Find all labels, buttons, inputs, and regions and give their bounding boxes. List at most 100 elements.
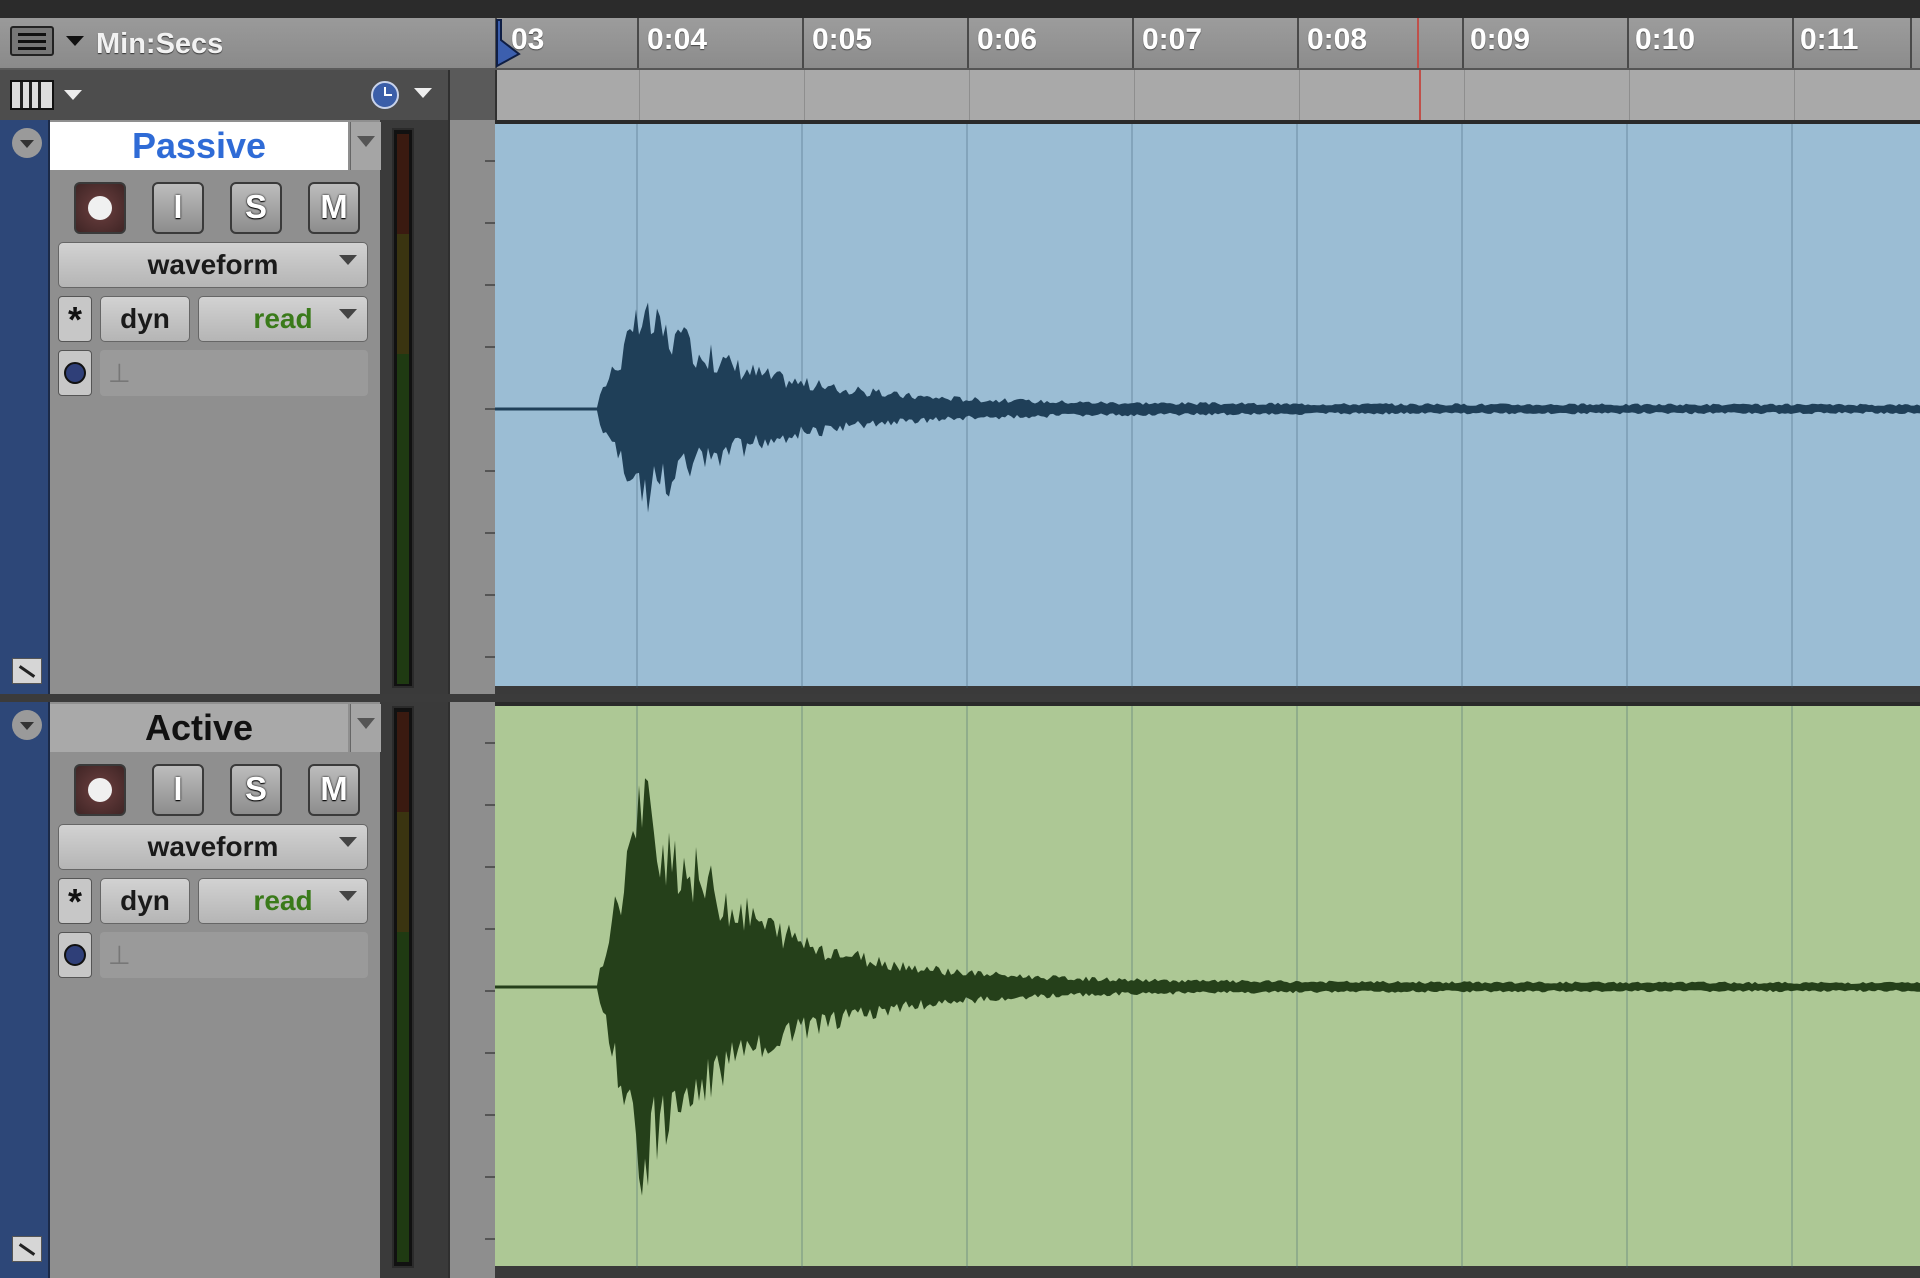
ruler-format-label[interactable]: Min:Secs xyxy=(96,28,223,61)
timebase-button[interactable] xyxy=(58,350,92,396)
ruler-menu-chevron-down-icon[interactable] xyxy=(66,36,84,46)
mute-button[interactable]: M xyxy=(308,182,360,234)
window-top-edge xyxy=(0,0,1920,18)
gutter-tick xyxy=(485,928,495,930)
timeline-ruler[interactable]: 03 0:04 0:05 0:06 0:07 0:08 0:09 0:10 0:… xyxy=(495,18,1920,70)
gutter-tick xyxy=(485,594,495,596)
gutter-tick xyxy=(485,742,495,744)
gutter-tick xyxy=(485,990,495,992)
level-meter xyxy=(392,128,414,688)
ruler-tick-label: 0:08 xyxy=(1307,23,1368,56)
timebase-button[interactable] xyxy=(58,932,92,978)
clock-icon xyxy=(64,944,86,966)
dyn-button[interactable]: dyn xyxy=(100,296,190,342)
track-controls: Active I S M waveform * dyn read xyxy=(50,702,381,1278)
track-separator[interactable] xyxy=(0,694,1920,702)
mute-button[interactable]: M xyxy=(308,764,360,816)
level-meter xyxy=(392,706,414,1268)
audio-region[interactable] xyxy=(495,702,1920,1268)
columns-chevron-down-icon[interactable] xyxy=(64,90,82,100)
record-icon xyxy=(88,196,112,220)
track-passive: Passive I S M waveform * dyn read xyxy=(0,120,1920,694)
hamburger-icon[interactable] xyxy=(10,26,54,56)
timebase-clock-icon[interactable] xyxy=(371,81,399,109)
track-color-strip[interactable] xyxy=(0,702,50,1278)
track-controls: Passive I S M waveform * dyn read xyxy=(50,120,381,694)
gutter-tick xyxy=(485,284,495,286)
playhead-marker[interactable] xyxy=(1417,18,1419,68)
automation-mode-label: read xyxy=(253,885,313,916)
waveform xyxy=(495,120,1920,688)
region-top-border xyxy=(495,702,1920,706)
start-marker-flag-icon[interactable] xyxy=(495,18,525,68)
track-list-header xyxy=(0,70,448,120)
automation-mode-selector[interactable]: read xyxy=(198,878,368,924)
ruler-tick xyxy=(1792,18,1794,68)
gutter-tick xyxy=(485,866,495,868)
track-view-label: waveform xyxy=(147,249,279,280)
asterisk-button[interactable]: * xyxy=(58,878,92,924)
track-name[interactable]: Active xyxy=(50,704,348,752)
solo-button[interactable]: S xyxy=(230,182,282,234)
record-enable-button[interactable] xyxy=(74,764,126,816)
region-top-border xyxy=(495,120,1920,124)
track-view-selector[interactable]: waveform xyxy=(58,242,368,288)
chevron-down-icon xyxy=(339,837,357,847)
ruler-header: Min:Secs xyxy=(0,18,495,70)
record-icon xyxy=(88,778,112,802)
track-active: Active I S M waveform * dyn read xyxy=(0,702,1920,1278)
dyn-button[interactable]: dyn xyxy=(100,878,190,924)
gutter-tick xyxy=(485,1238,495,1240)
track-name-dropdown-icon[interactable] xyxy=(350,122,381,170)
insert-slot[interactable] xyxy=(100,932,368,978)
ruler-tick xyxy=(967,18,969,68)
collapse-icon[interactable] xyxy=(12,128,42,158)
waveform xyxy=(495,702,1920,1268)
gutter-tick xyxy=(485,408,495,410)
timebase-chevron-down-icon[interactable] xyxy=(414,88,432,98)
record-enable-button[interactable] xyxy=(74,182,126,234)
input-monitor-button[interactable]: I xyxy=(152,182,204,234)
playhead-line xyxy=(1419,70,1421,120)
ruler-tick xyxy=(802,18,804,68)
ruler-tick xyxy=(1462,18,1464,68)
collapse-icon[interactable] xyxy=(12,710,42,740)
ruler-tick xyxy=(1132,18,1134,68)
track-name[interactable]: Passive xyxy=(50,122,348,170)
track-view-label: waveform xyxy=(147,831,279,862)
track-resize-icon[interactable] xyxy=(12,658,42,684)
track-height-ruler xyxy=(448,702,495,1278)
track-name-dropdown-icon[interactable] xyxy=(350,704,381,752)
gutter-tick xyxy=(485,160,495,162)
solo-button[interactable]: S xyxy=(230,764,282,816)
insert-slot[interactable] xyxy=(100,350,368,396)
ruler-tick xyxy=(637,18,639,68)
gutter-tick xyxy=(485,656,495,658)
track-height-ruler xyxy=(448,120,495,694)
track-view-selector[interactable]: waveform xyxy=(58,824,368,870)
input-monitor-button[interactable]: I xyxy=(152,764,204,816)
ruler-tick-label: 0:09 xyxy=(1470,23,1531,56)
gutter-tick xyxy=(485,1114,495,1116)
ruler-tick-label: 0:11 xyxy=(1800,23,1859,56)
gutter-tick xyxy=(485,470,495,472)
marker-ruler[interactable] xyxy=(495,70,1920,120)
gutter-tick xyxy=(485,222,495,224)
automation-mode-label: read xyxy=(253,303,313,334)
asterisk-button[interactable]: * xyxy=(58,296,92,342)
ruler-tick-label: 0:06 xyxy=(977,23,1038,56)
gutter-tick xyxy=(485,532,495,534)
daw-edit-window: Min:Secs 03 0:04 0:05 0:06 0:07 0:08 0:0… xyxy=(0,0,1920,1278)
track-resize-icon[interactable] xyxy=(12,1236,42,1262)
ruler-tick-label: 0:05 xyxy=(812,23,873,56)
chevron-down-icon xyxy=(339,891,357,901)
ruler-tick xyxy=(1910,18,1912,68)
audio-region[interactable] xyxy=(495,120,1920,688)
clock-icon xyxy=(64,362,86,384)
gutter-tick xyxy=(485,804,495,806)
automation-mode-selector[interactable]: read xyxy=(198,296,368,342)
track-color-strip[interactable] xyxy=(0,120,50,694)
chevron-down-icon xyxy=(339,309,357,319)
columns-icon[interactable] xyxy=(10,80,54,110)
header-gutter xyxy=(448,70,497,120)
